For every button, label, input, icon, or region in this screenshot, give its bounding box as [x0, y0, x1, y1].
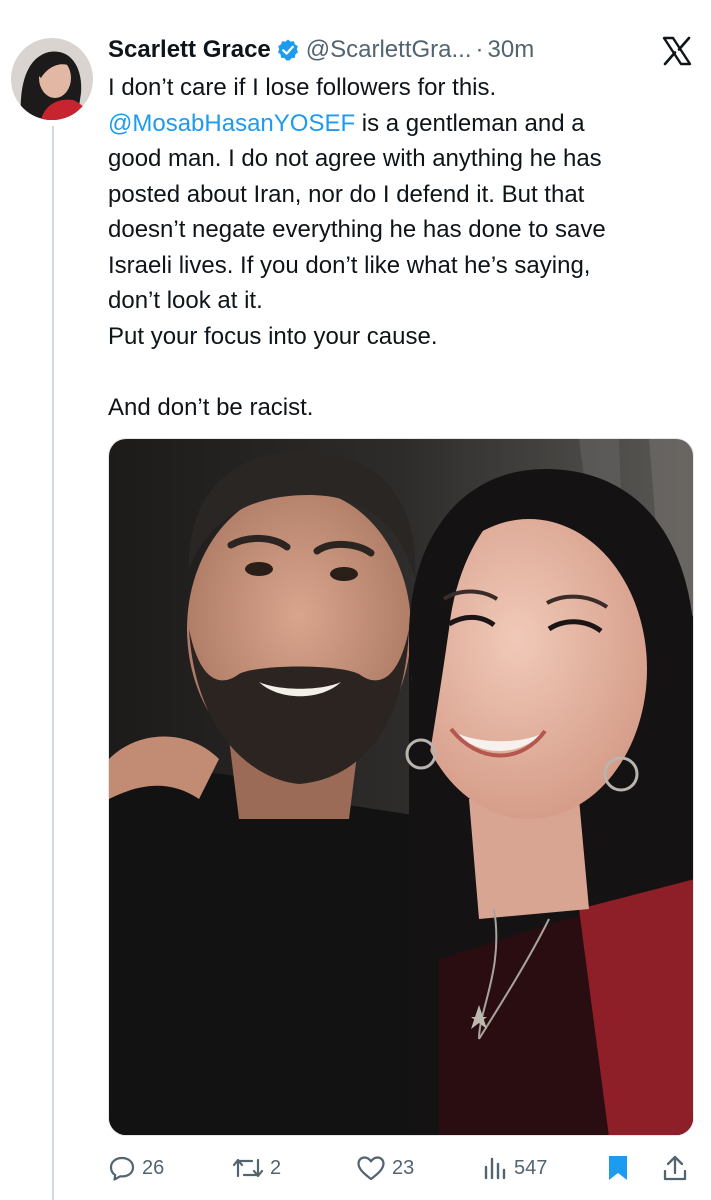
tweet-text: I don’t care if I lose followers for thi…	[108, 70, 698, 425]
share-icon	[662, 1154, 688, 1182]
tweet-line: Israeli lives. If you don’t like what he…	[108, 251, 591, 279]
repost-count: 2	[270, 1156, 282, 1179]
views-chart-icon	[482, 1154, 508, 1182]
tweet-line: doesn’t negate everything he has done to…	[108, 216, 606, 243]
repost-button[interactable]: 2	[232, 1148, 281, 1188]
like-button[interactable]: 23	[356, 1148, 414, 1188]
tweet-photo[interactable]	[108, 438, 694, 1136]
tweet-line: And don’t be racist.	[108, 393, 314, 421]
x-logo-icon	[662, 36, 692, 66]
share-button[interactable]	[662, 1148, 688, 1188]
author-handle[interactable]: @ScarlettGra...	[306, 36, 472, 64]
tweet-line: Put your focus into your cause.	[108, 322, 438, 350]
tweet-line: don’t look at it.	[108, 287, 263, 314]
tweet-line-fragment: is a gentleman and a	[355, 109, 585, 137]
verified-badge-icon	[276, 38, 300, 62]
tweet-actions: 26 2 23 547	[108, 1148, 698, 1188]
avatar[interactable]	[11, 38, 93, 120]
reply-count: 26	[142, 1156, 165, 1179]
like-count: 23	[392, 1156, 415, 1179]
bookmark-button[interactable]	[606, 1148, 630, 1188]
heart-icon	[356, 1154, 386, 1182]
bookmark-icon	[606, 1154, 630, 1182]
thread-line	[52, 126, 54, 1200]
separator-dot: ·	[475, 36, 484, 63]
tweet-header: Scarlett Grace @ScarlettGra... · 30m	[108, 34, 534, 66]
timestamp[interactable]: 30m	[488, 36, 535, 64]
author-display-name[interactable]: Scarlett Grace	[108, 36, 271, 64]
reply-icon	[108, 1154, 136, 1182]
mention-link[interactable]: @MosabHasanYOSEF	[108, 110, 355, 137]
tweet-line: good man. I do not agree with anything h…	[108, 145, 602, 172]
views-count: 547	[514, 1156, 548, 1179]
views-button[interactable]: 547	[482, 1148, 547, 1188]
reply-button[interactable]: 26	[108, 1148, 164, 1188]
tweet-line: @MosabHasanYOSEF is a gentleman and a	[108, 106, 698, 142]
repost-icon	[232, 1154, 264, 1182]
tweet-line: posted about Iran, nor do I defend it. B…	[108, 180, 585, 208]
tweet-line: I don’t care if I lose followers for thi…	[108, 74, 497, 101]
